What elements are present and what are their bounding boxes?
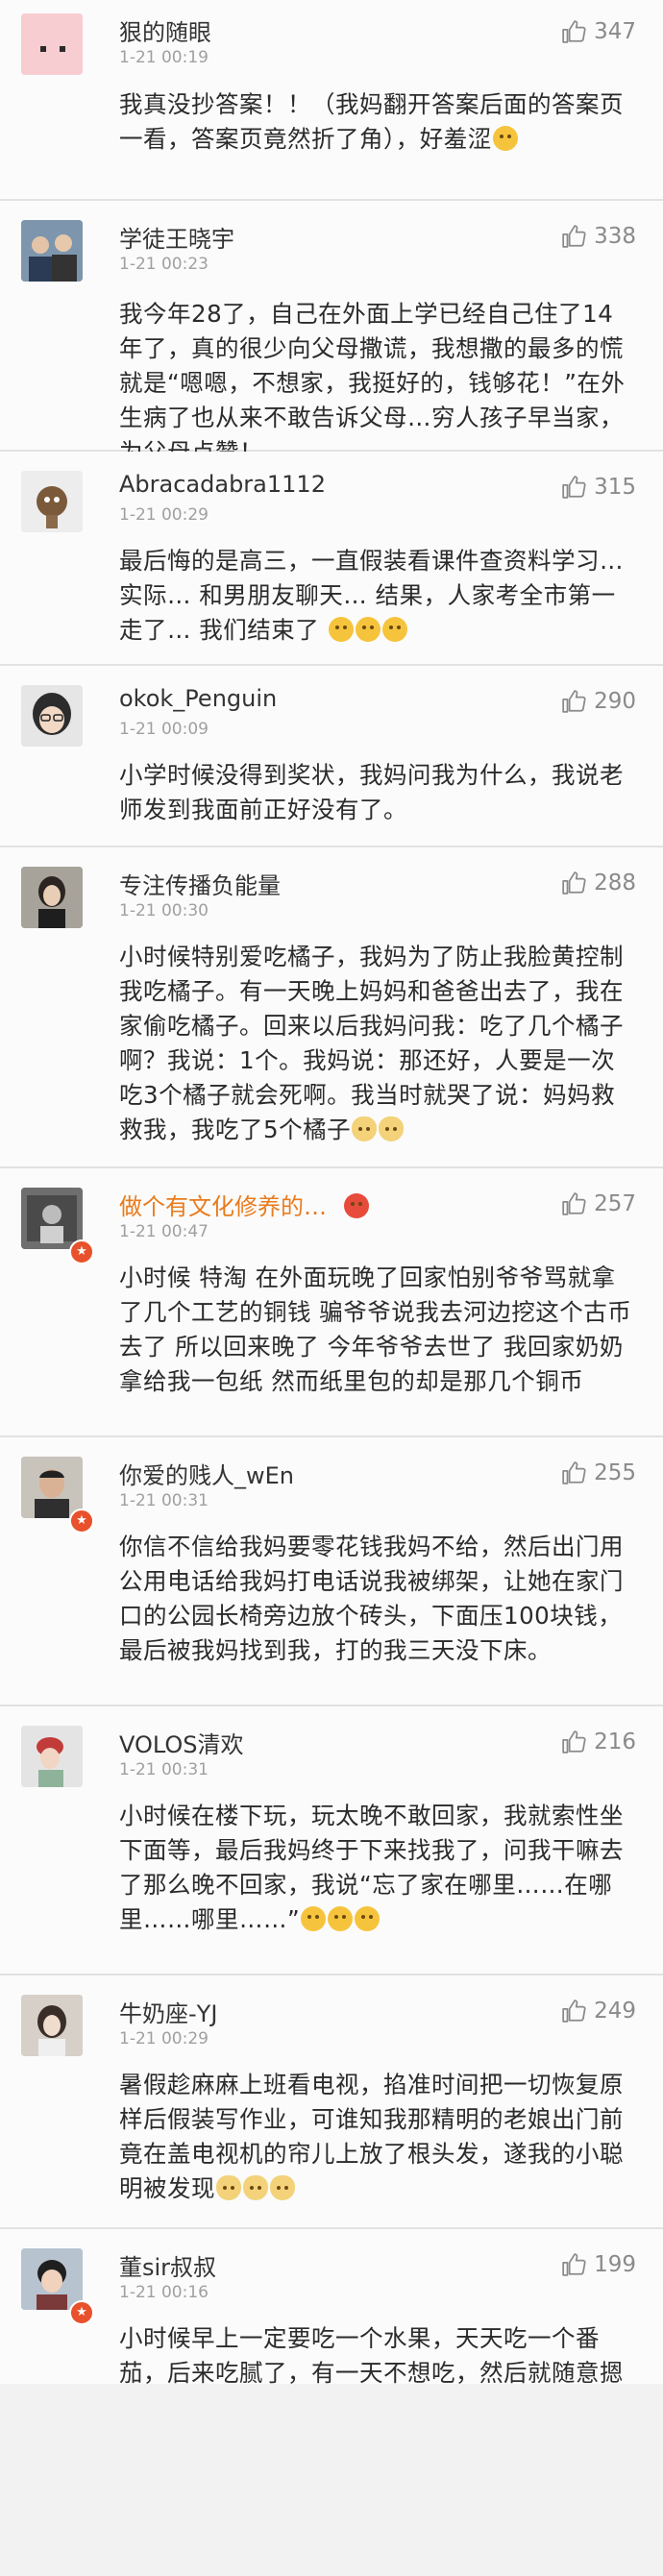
laugh-cry-emoji-icon	[328, 1906, 354, 1931]
comment-item: 狠的随眼 1-21 00:19 347 我真没抄答案！！（我妈翻开答案后面的答案…	[0, 0, 663, 201]
timestamp: 1-21 00:29	[119, 505, 209, 525]
thumbs-up-icon	[562, 1192, 586, 1215]
avatar[interactable]	[21, 220, 83, 282]
timestamp: 1-21 00:19	[119, 48, 209, 67]
like-button[interactable]: 216	[561, 1730, 636, 1754]
like-count: 249	[594, 1999, 636, 2024]
comment-text: 暑假趁麻麻上班看电视，掐准时间把一切恢复原样后假装写作业，可谁知我那精明的老娘出…	[119, 2071, 624, 2202]
thumbs-up-icon	[562, 1730, 586, 1754]
comment-text: 我今年28了，自己在外面上学已经自己住了14年了，真的很少向父母撒谎，我想撒的最…	[119, 300, 626, 466]
username[interactable]: 牛奶座-YJ	[119, 1995, 217, 2028]
smile-emoji-icon	[328, 617, 354, 642]
cat-emoji-icon	[352, 1116, 378, 1141]
username[interactable]: 专注传播负能量	[119, 867, 281, 900]
timestamp: 1-21 00:30	[119, 901, 209, 920]
like-button[interactable]: 249	[561, 1999, 636, 2024]
like-button[interactable]: 257	[561, 1191, 636, 1216]
timestamp: 1-21 00:29	[119, 2029, 209, 2049]
username[interactable]: 你爱的贱人_wEn	[119, 1457, 294, 1490]
smile-emoji-icon	[355, 617, 381, 642]
avatar[interactable]	[21, 1457, 83, 1518]
like-count: 315	[594, 475, 636, 500]
verified-badge-icon: ★	[69, 1509, 94, 1533]
comment-text: 小时候在楼下玩，玩太晚不敢回家，我就索性坐下面等，最后我妈终于下来找我了，问我干…	[119, 1802, 624, 1933]
avatar[interactable]	[21, 867, 83, 928]
like-button[interactable]: 255	[561, 1460, 636, 1485]
comment-item: ★ 董sir叔叔 1-21 00:16 199 小时候早上一定要吃一个水果，天天…	[0, 2229, 663, 2384]
like-button[interactable]: 290	[561, 689, 636, 714]
comment-feed: 狠的随眼 1-21 00:19 347 我真没抄答案！！（我妈翻开答案后面的答案…	[0, 0, 663, 2384]
timestamp: 1-21 00:09	[119, 720, 209, 739]
timestamp: 1-21 00:31	[119, 1491, 209, 1510]
like-count: 290	[594, 689, 636, 714]
timestamp: 1-21 00:31	[119, 1760, 209, 1779]
username[interactable]: 狠的随眼	[119, 13, 211, 47]
avatar[interactable]	[21, 685, 83, 747]
comment-item: ★ 你爱的贱人_wEn 1-21 00:31 255 你信不信给我妈要零花钱我妈…	[0, 1437, 663, 1706]
cat-emoji-icon	[379, 1116, 405, 1141]
like-count: 199	[594, 2252, 636, 2277]
cat-emoji-icon	[270, 2175, 295, 2200]
comment-text: 小时候 特淘 在外面玩晚了回家怕别爷爷骂就拿了几个工艺的铜钱 骗爷爷说我去河边挖…	[119, 1263, 632, 1395]
comment-text: 最后悔的是高三，一直假装看课件查资料学习… 实际… 和男朋友聊天… 结果，人家考…	[119, 547, 632, 644]
comment-item: ★ 做个有文化修养的… 1-21 00:47 257 小时候 特淘 在外面玩晚了…	[0, 1168, 663, 1437]
like-count: 347	[594, 19, 636, 44]
laugh-cry-emoji-icon	[301, 1906, 327, 1931]
like-button[interactable]: 347	[561, 19, 636, 44]
username[interactable]: 董sir叔叔	[119, 2248, 216, 2282]
like-button[interactable]: 338	[561, 224, 636, 249]
cat-emoji-icon	[216, 2175, 241, 2200]
cat-emoji-icon	[243, 2175, 268, 2200]
comment-text: 你信不信给我妈要零花钱我妈不给，然后出门用公用电话给我妈打电话说我被绑架，让她在…	[119, 1533, 624, 1664]
like-count: 216	[594, 1730, 636, 1754]
like-count: 255	[594, 1460, 636, 1485]
avatar[interactable]	[21, 1188, 83, 1249]
thumbs-up-icon	[562, 2253, 586, 2276]
comment-text: 小时候早上一定要吃一个水果，天天吃一个番茄，后来吃腻了，有一天不想吃，然后就随意…	[119, 2321, 632, 2384]
avatar[interactable]	[21, 13, 83, 75]
verified-badge-icon: ★	[69, 1239, 94, 1264]
avatar[interactable]	[21, 471, 83, 532]
comment-text: 我真没抄答案！！（我妈翻开答案后面的答案页一看，答案页竟然折了角），好羞涩	[119, 90, 624, 153]
comment-item: okok_Penguin 1-21 00:09 290 小学时候没得到奖状，我妈…	[0, 666, 663, 847]
thumbs-up-icon	[562, 871, 586, 895]
comment-text: 小时候特别爱吃橘子，我妈为了防止我脸黄控制我吃橘子。有一天晚上妈妈和爸爸出去了，…	[119, 943, 624, 1143]
smile-emoji-icon	[381, 617, 407, 642]
username[interactable]: VOLOS清欢	[119, 1726, 244, 1759]
thumbs-up-icon	[562, 476, 586, 499]
username[interactable]: Abracadabra1112	[119, 471, 326, 498]
like-count: 257	[594, 1191, 636, 1216]
comment-item: 学徒王晓宇 1-21 00:23 338 我今年28了，自己在外面上学已经自己住…	[0, 201, 663, 466]
timestamp: 1-21 00:47	[119, 1222, 209, 1241]
thumbs-up-icon	[562, 1461, 586, 1484]
comment-text: 小学时候没得到奖状，我妈问我为什么，我说老师发到我面前正好没有了。	[119, 761, 624, 823]
avatar[interactable]	[21, 1726, 83, 1787]
like-count: 338	[594, 224, 636, 249]
like-count: 288	[594, 871, 636, 895]
laugh-cry-emoji-icon	[355, 1906, 381, 1931]
thumbs-up-icon	[562, 225, 586, 248]
thumbs-up-icon	[562, 20, 586, 43]
comment-item: Abracadabra1112 1-21 00:29 315 最后悔的是高三，一…	[0, 452, 663, 666]
like-button[interactable]: 315	[561, 475, 636, 500]
comment-item: 牛奶座-YJ 1-21 00:29 249 暑假趁麻麻上班看电视，掐准时间把一切…	[0, 1975, 663, 2229]
comment-item: VOLOS清欢 1-21 00:31 216 小时候在楼下玩，玩太晚不敢回家，我…	[0, 1706, 663, 1975]
timestamp: 1-21 00:23	[119, 255, 209, 274]
comment-item: 专注传播负能量 1-21 00:30 288 小时候特别爱吃橘子，我妈为了防止我…	[0, 847, 663, 1168]
like-button[interactable]: 199	[561, 2252, 636, 2277]
like-button[interactable]: 288	[561, 871, 636, 895]
username[interactable]: okok_Penguin	[119, 685, 277, 712]
timestamp: 1-21 00:16	[119, 2283, 209, 2302]
avatar[interactable]	[21, 1995, 83, 2056]
username[interactable]: 做个有文化修养的…	[119, 1188, 370, 1221]
avatar[interactable]	[21, 2248, 83, 2310]
verified-badge-icon: ★	[69, 2300, 94, 2325]
laugh-cry-emoji-icon	[492, 126, 518, 151]
thumbs-up-icon	[562, 690, 586, 713]
username[interactable]: 学徒王晓宇	[119, 220, 234, 254]
thumbs-up-icon	[562, 1999, 586, 2023]
heart-eyes-emoji-icon	[344, 1193, 369, 1218]
